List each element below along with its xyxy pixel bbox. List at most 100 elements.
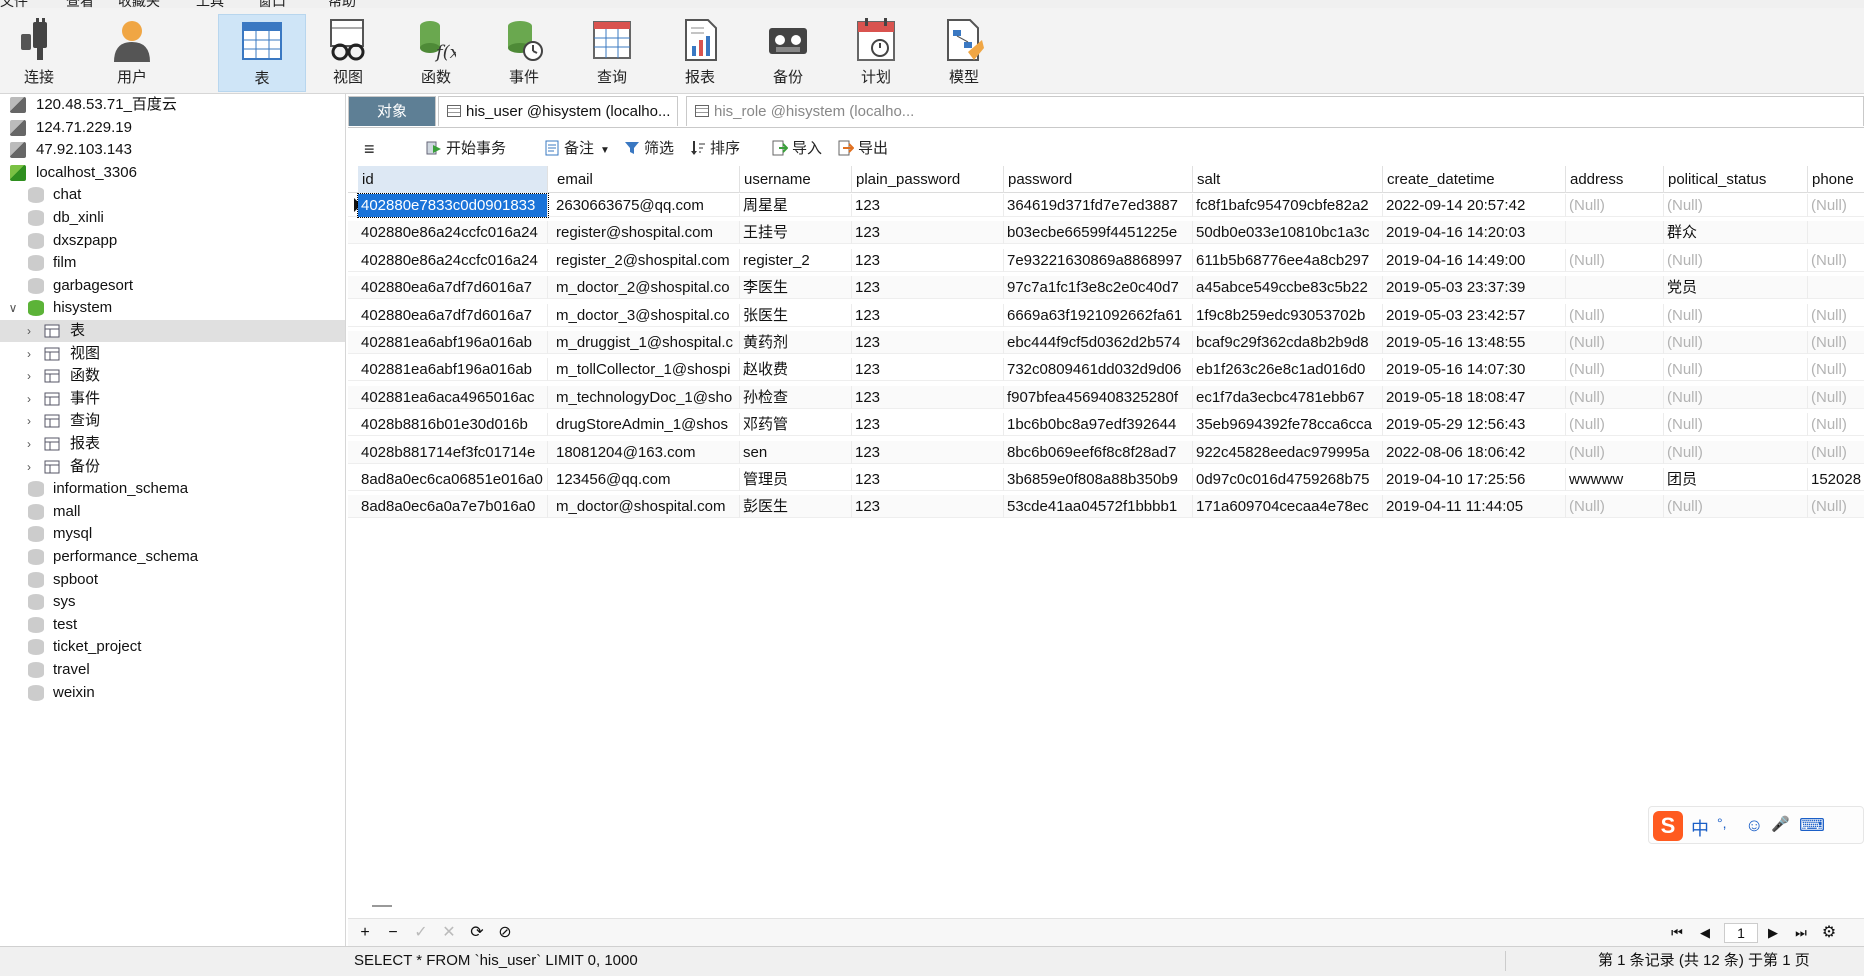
tab-his-role[interactable]: his_role @hisystem (localho... (686, 96, 1864, 126)
import-button[interactable]: 导入 (772, 138, 822, 160)
cell-salt[interactable]: eb1f263c26e8c1ad016d0 (1193, 358, 1383, 382)
cell-password[interactable]: 3b6859e0f808a88b350b9 (1004, 468, 1193, 491)
toolbar-report-button[interactable]: 报表 (660, 14, 740, 92)
cell-plain_password[interactable]: 123 (852, 495, 1004, 519)
cell-political_status[interactable]: (Null) (1664, 331, 1808, 354)
cell-phone[interactable]: (Null) (1808, 194, 1864, 217)
cell-password[interactable]: f907bfea4569408325280f (1004, 385, 1193, 409)
menu-hamburger-icon[interactable]: ≡ (364, 138, 375, 160)
cell-create_datetime[interactable]: 2022-08-06 18:06:42 (1383, 440, 1566, 464)
table-row[interactable]: 402880ea6a7df7d6016a7 m_doctor_2@shospita… (348, 276, 1864, 300)
chevron-right-icon[interactable]: › (22, 343, 36, 365)
cell-email[interactable]: m_doctor_2@shospital.co (553, 276, 740, 300)
cell-political_status[interactable]: (Null) (1664, 248, 1808, 272)
refresh-button[interactable]: ⟳ (466, 922, 488, 944)
cell-address[interactable] (1566, 276, 1664, 300)
cell-phone[interactable]: (Null) (1808, 304, 1864, 327)
table-row[interactable]: 402880ea6a7df7d6016a7 m_doctor_3@shospita… (348, 303, 1864, 327)
tree-database[interactable]: db_xinli (0, 207, 345, 229)
table-row[interactable]: 402881ea6abf196a016ab m_druggist_1@shospi… (348, 331, 1864, 354)
cell-password[interactable]: 6669a63f1921092662fa61 (1004, 303, 1193, 327)
toolbar-schedule-button[interactable]: 计划 (836, 14, 916, 92)
cell-id[interactable]: 402880e86a24ccfc016a24 (358, 248, 548, 272)
prev-page-button[interactable]: ◀ (1694, 922, 1716, 944)
chevron-right-icon[interactable]: › (22, 433, 36, 455)
cell-email[interactable]: drugStoreAdmin_1@shos (553, 413, 740, 437)
table-row[interactable]: 402881ea6aca4965016ac m_technologyDoc_1@s… (348, 385, 1864, 409)
cell-id[interactable]: 402881ea6abf196a016ab (358, 331, 548, 354)
cell-id[interactable]: 402881ea6aca4965016ac (358, 385, 548, 409)
cell-plain_password[interactable]: 123 (852, 385, 1004, 409)
tree-node-event-clock[interactable]: › 事件 (0, 388, 345, 410)
cell-address[interactable]: (Null) (1566, 358, 1664, 382)
cell-id[interactable]: 8ad8a0ec6ca06851e016a0 (358, 468, 548, 491)
cell-political_status[interactable]: (Null) (1664, 495, 1808, 519)
cell-username[interactable]: 黄药剂 (740, 331, 852, 354)
cell-password[interactable]: 97c7a1fc1f3e8c2e0c40d7 (1004, 276, 1193, 300)
cell-address[interactable]: wwwww (1566, 468, 1664, 491)
tree-database[interactable]: spboot (0, 569, 345, 591)
menu-window[interactable]: 窗口 (258, 0, 286, 8)
column-header-address[interactable]: address (1566, 166, 1664, 193)
cell-phone[interactable]: (Null) (1808, 495, 1864, 518)
cell-username[interactable]: 周星星 (740, 194, 852, 217)
cell-plain_password[interactable]: 123 (852, 468, 1004, 491)
cell-create_datetime[interactable]: 2019-05-18 18:08:47 (1383, 385, 1566, 409)
cell-username[interactable]: register_2 (740, 248, 852, 272)
cell-plain_password[interactable]: 123 (852, 248, 1004, 272)
cell-address[interactable] (1566, 221, 1664, 245)
toolbar-model-button[interactable]: 模型 (924, 14, 1004, 92)
ime-emoji-icon[interactable]: ☺ (1745, 815, 1763, 836)
cell-address[interactable]: (Null) (1566, 303, 1664, 327)
cell-salt[interactable]: a45abce549ccbe83c5b22 (1193, 276, 1383, 300)
tree-database[interactable]: chat (0, 184, 345, 206)
table-row[interactable]: 8ad8a0ec6a0a7e7b016a0 m_doctor@shospital.… (348, 495, 1864, 519)
cell-political_status[interactable]: (Null) (1664, 303, 1808, 327)
cell-password[interactable]: 8bc6b069eef6f8c8f28ad7 (1004, 440, 1193, 464)
cell-id[interactable]: 4028b8816b01e30d016b (358, 413, 548, 437)
cell-email[interactable]: register@shospital.com (553, 221, 740, 245)
cell-create_datetime[interactable]: 2019-05-29 12:56:43 (1383, 413, 1566, 437)
cell-plain_password[interactable]: 123 (852, 331, 1004, 354)
cell-plain_password[interactable]: 123 (852, 440, 1004, 464)
cell-create_datetime[interactable]: 2019-05-16 13:48:55 (1383, 331, 1566, 354)
cell-phone[interactable]: (Null) (1808, 358, 1864, 381)
cell-id[interactable]: 402880ea6a7df7d6016a7 (358, 303, 548, 327)
tree-connection[interactable]: localhost_3306 (0, 162, 345, 184)
cell-username[interactable]: 张医生 (740, 303, 852, 327)
cell-political_status[interactable]: (Null) (1664, 194, 1808, 217)
chevron-down-icon[interactable]: ∨ (6, 297, 20, 319)
chevron-down-icon[interactable]: ▼ (600, 145, 610, 156)
cell-salt[interactable]: 0d97c0c016d4759268b75 (1193, 468, 1383, 491)
column-header-username[interactable]: username (740, 166, 852, 193)
memo-button[interactable]: 备注 ▼ (544, 138, 610, 160)
discard-changes-button[interactable]: ✕ (438, 922, 460, 944)
apply-changes-button[interactable]: ✓ (410, 922, 432, 944)
menu-favorites[interactable]: 收藏夹 (118, 0, 160, 8)
toolbar-table-button[interactable]: 表 (218, 14, 306, 92)
cell-create_datetime[interactable]: 2022-09-14 20:57:42 (1383, 194, 1566, 217)
tab-his-user[interactable]: his_user @hisystem (localho... (438, 96, 678, 126)
chevron-right-icon[interactable]: › (22, 388, 36, 410)
cell-create_datetime[interactable]: 2019-04-16 14:20:03 (1383, 221, 1566, 245)
tree-node-backup-tape[interactable]: › 备份 (0, 456, 345, 478)
cell-phone[interactable] (1808, 221, 1864, 244)
last-page-button[interactable]: ⏭ (1790, 922, 1812, 944)
chevron-right-icon[interactable]: › (22, 456, 36, 478)
cell-address[interactable]: (Null) (1566, 413, 1664, 437)
cell-salt[interactable]: 1f9c8b259edc93053702b (1193, 303, 1383, 327)
cell-password[interactable]: 1bc6b0bc8a97edf392644 (1004, 413, 1193, 437)
column-header-password[interactable]: password (1004, 166, 1193, 193)
tree-connection[interactable]: 120.48.53.71_百度云 (0, 94, 345, 116)
tree-database-open[interactable]: ∨ hisystem (0, 297, 345, 319)
column-header-id[interactable]: id (358, 166, 548, 193)
page-number-input[interactable]: 1 (1724, 923, 1758, 943)
menu-file[interactable]: 文件 (0, 0, 28, 8)
ime-keyboard-icon[interactable]: ⌨ (1799, 815, 1825, 836)
cell-id[interactable]: 402881ea6abf196a016ab (358, 358, 548, 382)
cell-address[interactable]: (Null) (1566, 331, 1664, 354)
cell-phone[interactable]: (Null) (1808, 386, 1864, 409)
tree-database[interactable]: dxszpapp (0, 230, 345, 252)
column-header-salt[interactable]: salt (1193, 166, 1383, 193)
cell-salt[interactable]: fc8f1bafc954709cbfe82a2 (1193, 194, 1383, 217)
